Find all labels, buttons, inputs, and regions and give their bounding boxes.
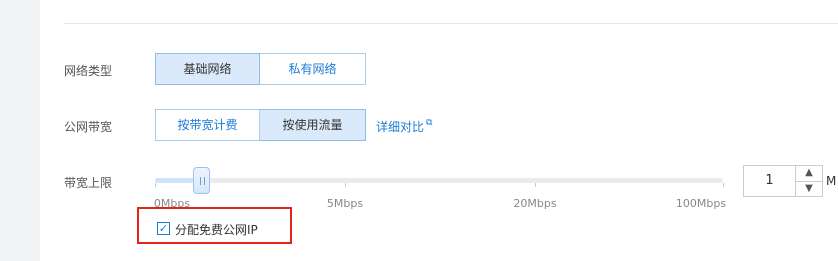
bandwidth-value-input[interactable]: 1 — [743, 165, 795, 197]
network-settings-panel: 网络类型 基础网络 私有网络 公网带宽 按带宽计费 按使用流量 详细对比 ⧉ 带宽… — [40, 0, 838, 261]
slider-tick — [155, 183, 156, 187]
slider-tick-label: 5Mbps — [326, 197, 364, 210]
free-ip-label[interactable]: 分配免费公网IP — [175, 221, 258, 238]
bandwidth-slider-handle[interactable] — [193, 167, 210, 194]
bandwidth-slider-track[interactable] — [155, 178, 723, 183]
bandwidth-unit: M — [826, 174, 837, 188]
bandwidth-billing-selector: 按带宽计费 按使用流量 — [155, 109, 366, 141]
network-type-basic-button[interactable]: 基础网络 — [155, 53, 260, 85]
bandwidth-limit-label: 带宽上限 — [64, 176, 113, 190]
top-divider — [64, 23, 838, 24]
network-type-private-button[interactable]: 私有网络 — [260, 53, 366, 85]
decrement-button[interactable]: ▼ — [795, 181, 823, 197]
slider-tick — [345, 183, 346, 187]
free-ip-checkbox[interactable]: ✓ — [157, 222, 170, 235]
chevron-down-icon: ▼ — [805, 182, 813, 194]
slider-tick-label: 100Mbps — [675, 197, 727, 210]
slider-tick — [723, 183, 724, 187]
stepper-buttons: ▲ ▼ — [795, 165, 823, 197]
billing-by-bandwidth-button[interactable]: 按带宽计费 — [155, 109, 260, 141]
chevron-up-icon: ▲ — [805, 167, 813, 178]
external-link-icon: ⧉ — [426, 118, 433, 128]
detailed-compare-link[interactable]: 详细对比 ⧉ — [376, 118, 432, 135]
checkmark-icon: ✓ — [158, 222, 169, 235]
slider-tick — [535, 183, 536, 187]
detailed-compare-text: 详细对比 — [376, 120, 425, 134]
network-type-selector: 基础网络 私有网络 — [155, 53, 366, 85]
increment-button[interactable]: ▲ — [795, 165, 823, 182]
bandwidth-label: 公网带宽 — [64, 120, 113, 134]
billing-by-traffic-button[interactable]: 按使用流量 — [260, 109, 366, 141]
slider-tick-label: 20Mbps — [513, 197, 557, 210]
bandwidth-stepper: 1 ▲ ▼ — [743, 165, 823, 197]
network-type-label: 网络类型 — [64, 64, 113, 78]
